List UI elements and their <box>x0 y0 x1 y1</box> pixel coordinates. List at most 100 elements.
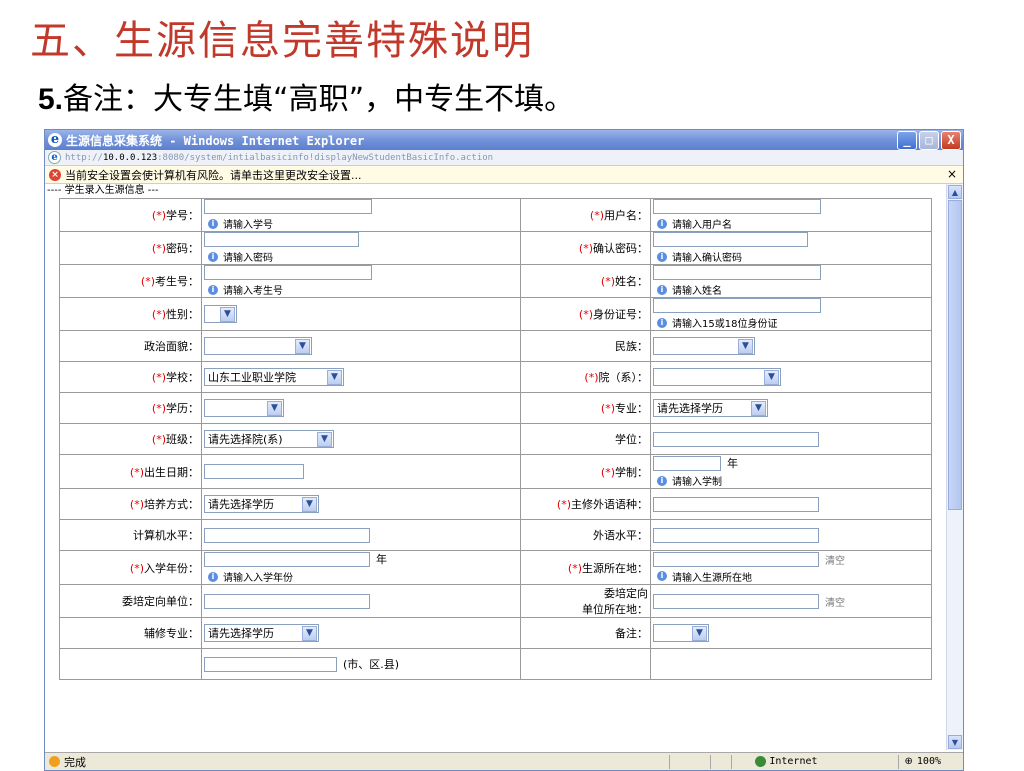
clear-link[interactable]: 清空 <box>825 594 845 609</box>
select-input[interactable]: ▼ <box>204 337 312 355</box>
info-icon: i <box>208 251 218 262</box>
label-line: 单位所在地： <box>582 603 648 616</box>
slide-subtitle: 5.备注：大专生填“高职”，中专生不填。 <box>38 74 574 118</box>
status-done: 完成 <box>64 755 86 769</box>
select-input[interactable]: 请先选择学历 ▼ <box>653 399 768 417</box>
select-input[interactable]: 请先选择学历 ▼ <box>204 624 319 642</box>
page-content: ---- 学生录入生源信息 --- (*)学号： i 请输入学号 (*)用户名： i 请输… <box>45 184 945 750</box>
internet-zone-icon <box>755 756 767 767</box>
address-bar[interactable]: e http://10.0.0.123:8080/system/intialba… <box>45 150 963 166</box>
info-icon: i <box>208 284 218 295</box>
field-line <box>204 232 518 247</box>
text-input[interactable] <box>653 431 819 447</box>
field-label: (*)考生号： <box>59 264 202 298</box>
chevron-down-icon[interactable]: ▼ <box>317 431 332 447</box>
text-input[interactable] <box>204 265 372 280</box>
select-value: 请先选择学历 <box>208 627 274 640</box>
scroll-up-icon[interactable]: ▲ <box>948 185 962 199</box>
close-button[interactable]: X <box>941 131 961 150</box>
maximize-button[interactable]: □ <box>919 131 939 150</box>
text-input[interactable] <box>653 199 821 214</box>
field-cell <box>650 488 932 520</box>
required-mark: (*) <box>129 561 144 575</box>
field-hint: i 请输入学号 <box>204 216 518 231</box>
text-input[interactable] <box>653 527 819 543</box>
window-titlebar[interactable]: e 生源信息采集系统 - Windows Internet Explorer _… <box>45 130 963 150</box>
form-row: 委培定向单位： 委培定向 单位所在地： 清空 <box>59 584 932 618</box>
label-text: 学位： <box>615 433 648 446</box>
select-input[interactable]: 请先选择学历 ▼ <box>204 495 319 513</box>
field-cell: i 请输入密码 <box>201 231 521 265</box>
ie-logo-icon: e <box>48 133 62 147</box>
text-input[interactable] <box>204 551 370 567</box>
chevron-down-icon[interactable]: ▼ <box>220 306 235 322</box>
field-wrap: i 请输入用户名 <box>653 199 929 231</box>
info-icon: i <box>208 571 218 582</box>
chevron-down-icon[interactable]: ▼ <box>327 369 342 385</box>
select-input[interactable]: ▼ <box>653 368 781 386</box>
status-zoom[interactable]: 100% <box>917 756 941 767</box>
info-bar-close-icon[interactable]: × <box>947 167 957 181</box>
select-input[interactable]: ▼ <box>653 624 709 642</box>
text-input[interactable] <box>653 551 819 567</box>
chevron-down-icon[interactable]: ▼ <box>692 625 707 641</box>
label-text: 密码： <box>166 242 199 255</box>
text-input[interactable] <box>653 265 821 280</box>
required-mark: (*) <box>129 465 144 479</box>
text-input[interactable] <box>204 464 304 479</box>
info-icon: i <box>208 218 218 229</box>
form-row: (*)学历： ▼ (*)专业： 请先选择学历 ▼ <box>59 392 932 424</box>
security-info-bar[interactable]: × 当前安全设置会使计算机有风险。请单击这里更改安全设置... × <box>45 166 963 184</box>
field-cell <box>650 423 932 455</box>
hint-text: 请输入确认密码 <box>672 253 742 264</box>
text-input[interactable] <box>653 455 721 471</box>
label-text: 委培定向单位： <box>122 595 199 608</box>
chevron-down-icon[interactable]: ▼ <box>764 369 779 385</box>
chevron-down-icon[interactable]: ▼ <box>302 496 317 512</box>
field-label: (*)院（系）： <box>520 361 651 393</box>
select-input[interactable]: 山东工业职业学院 ▼ <box>204 368 344 386</box>
text-input[interactable] <box>204 199 372 214</box>
required-mark: (*) <box>151 433 166 446</box>
text-input[interactable] <box>204 656 337 672</box>
chevron-down-icon[interactable]: ▼ <box>751 400 766 416</box>
text-input[interactable] <box>204 232 359 247</box>
page-icon: e <box>48 151 61 164</box>
chevron-down-icon[interactable]: ▼ <box>302 625 317 641</box>
text-input[interactable] <box>204 527 370 543</box>
field-cell: i 请输入姓名 <box>650 264 932 298</box>
select-input[interactable]: ▼ <box>204 305 237 323</box>
chevron-down-icon[interactable]: ▼ <box>295 338 310 354</box>
text-input[interactable] <box>653 232 808 247</box>
field-cell <box>650 648 932 680</box>
hint-text: 请输入入学年份 <box>223 573 293 584</box>
vertical-scrollbar[interactable]: ▲ ▼ <box>946 184 963 750</box>
field-cell: i 请输入用户名 <box>650 198 932 232</box>
field-label: (*)学号： <box>59 198 202 232</box>
text-input[interactable] <box>653 593 819 609</box>
scroll-thumb[interactable] <box>948 200 962 510</box>
subtitle-text: 备注：大专生填“高职”，中专生不填 <box>63 82 545 117</box>
scroll-down-icon[interactable]: ▼ <box>948 735 962 749</box>
form-row: (*)出生日期： (*)学制：年 i 请输入学制 <box>59 454 932 489</box>
text-input[interactable] <box>653 298 821 313</box>
zoom-icon[interactable]: ⊕ <box>905 756 913 767</box>
chevron-down-icon[interactable]: ▼ <box>267 400 282 416</box>
field-cell: 山东工业职业学院 ▼ <box>201 361 521 393</box>
select-input[interactable]: 请先选择院(系) ▼ <box>204 430 334 448</box>
label-text: 民族： <box>615 340 648 353</box>
field-cell: 清空 <box>650 584 932 618</box>
field-wrap <box>653 431 929 447</box>
form-row: (*)学校： 山东工业职业学院 ▼ (*)院（系）： ▼ <box>59 361 932 393</box>
text-input[interactable] <box>204 593 370 609</box>
subtitle-number: 5. <box>38 83 64 116</box>
select-input[interactable]: ▼ <box>653 337 755 355</box>
form-row: (*)培养方式： 请先选择学历 ▼ (*)主修外语语种： <box>59 488 932 520</box>
chevron-down-icon[interactable]: ▼ <box>738 338 753 354</box>
text-input[interactable] <box>653 496 819 512</box>
clear-link[interactable]: 清空 <box>825 552 845 567</box>
field-label: (*)出生日期： <box>59 454 202 489</box>
select-input[interactable]: ▼ <box>204 399 284 417</box>
minimize-button[interactable]: _ <box>897 131 917 150</box>
label-text: 出生日期： <box>144 465 199 479</box>
